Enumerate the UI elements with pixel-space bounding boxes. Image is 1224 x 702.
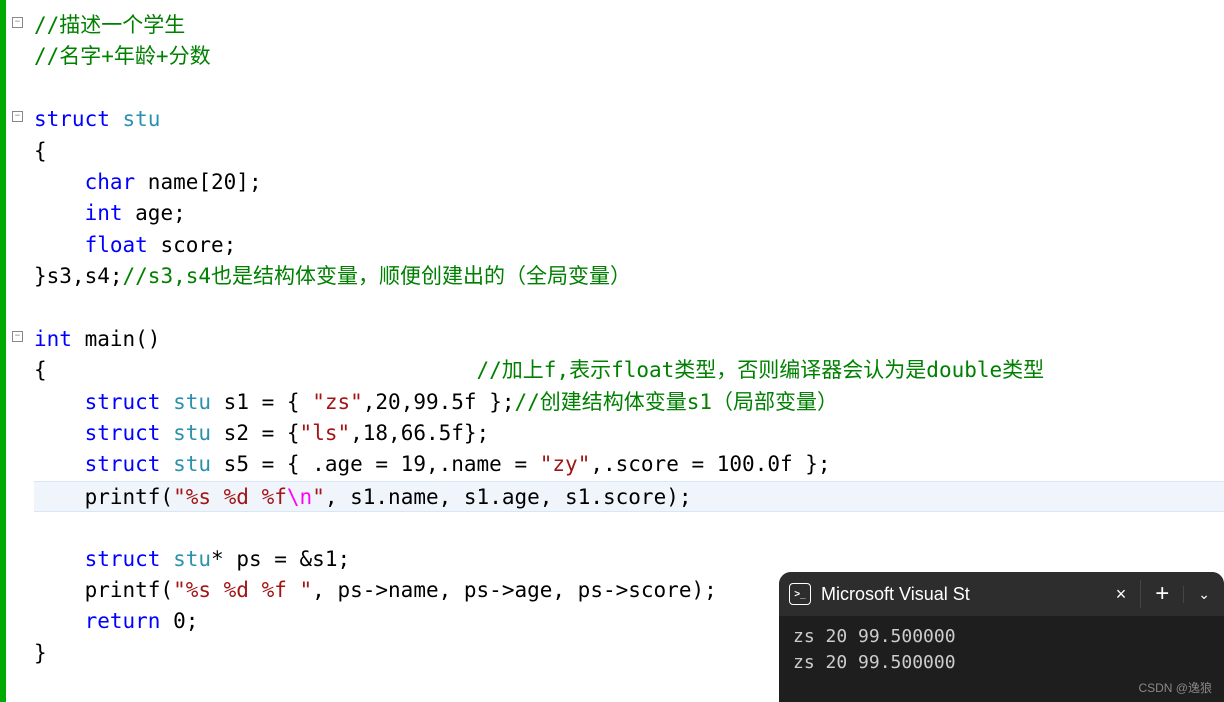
terminal-tab[interactable]: >_ Microsoft Visual St × + ⌄ [779, 572, 1224, 616]
string-literal: "ls" [300, 421, 351, 445]
code-text: * ps = &s1; [211, 547, 350, 571]
code-text: name[20]; [135, 170, 261, 194]
string-literal: "%s %d %f " [173, 578, 312, 602]
brace: } [34, 641, 47, 665]
keyword-float: float [85, 233, 148, 257]
code-text: main() [72, 327, 161, 351]
fold-gutter: − − − [0, 0, 34, 702]
output-line: zs 20 99.500000 [793, 650, 1210, 676]
code-text: s5 = { .age = 19,.name = [211, 452, 540, 476]
terminal-icon: >_ [789, 583, 811, 605]
type-name: stu [173, 452, 211, 476]
string-literal: "zy" [540, 452, 591, 476]
keyword-struct: struct [34, 107, 110, 131]
code-text: printf( [85, 485, 174, 509]
code-comment: //s3,s4也是结构体变量，顺便创建出的（全局变量） [123, 264, 632, 288]
code-comment: //名字+年龄+分数 [34, 44, 211, 68]
code-text: printf( [85, 578, 174, 602]
code-text: ,18,66.5f}; [350, 421, 489, 445]
code-comment: //加上f,表示float类型，否则编译器会认为是double类型 [477, 358, 1045, 382]
code-text: score; [148, 233, 237, 257]
add-tab-icon[interactable]: + [1140, 580, 1183, 608]
string-literal: " [312, 485, 325, 509]
terminal-output[interactable]: zs 20 99.500000 zs 20 99.500000 [779, 616, 1224, 684]
code-text: ,20,99.5f }; [363, 390, 515, 414]
current-line: printf("%s %d %f\n", s1.name, s1.age, s1… [34, 481, 1224, 512]
fold-toggle-icon[interactable]: − [12, 17, 23, 28]
code-comment: //描述一个学生 [34, 13, 185, 37]
brace: { [34, 139, 47, 163]
code-text: }s3,s4; [34, 264, 123, 288]
code-text: s1 = { [211, 390, 312, 414]
type-name: stu [173, 390, 211, 414]
tab-dropdown-icon[interactable]: ⌄ [1183, 586, 1224, 603]
keyword-struct: struct [85, 547, 161, 571]
close-icon[interactable]: × [1102, 584, 1141, 605]
output-line: zs 20 99.500000 [793, 624, 1210, 650]
type-name: stu [123, 107, 161, 131]
keyword-struct: struct [85, 452, 161, 476]
code-text: , ps->name, ps->age, ps->score); [312, 578, 717, 602]
code-text: age; [123, 201, 186, 225]
escape-sequence: \n [287, 485, 312, 509]
type-name: stu [173, 421, 211, 445]
code-text: 0; [160, 609, 198, 633]
brace: { [34, 358, 477, 382]
code-text: s2 = { [211, 421, 300, 445]
string-literal: "zs" [312, 390, 363, 414]
fold-toggle-icon[interactable]: − [12, 111, 23, 122]
code-comment: //创建结构体变量s1（局部变量） [514, 390, 838, 414]
fold-toggle-icon[interactable]: − [12, 331, 23, 342]
keyword-int: int [34, 327, 72, 351]
keyword-return: return [85, 609, 161, 633]
keyword-int: int [85, 201, 123, 225]
watermark: CSDN @逸狼 [1138, 679, 1212, 696]
code-text: , s1.name, s1.age, s1.score); [325, 485, 692, 509]
string-literal: "%s %d %f [173, 485, 287, 509]
keyword-char: char [85, 170, 136, 194]
type-name: stu [173, 547, 211, 571]
keyword-struct: struct [85, 390, 161, 414]
terminal-title: Microsoft Visual St [821, 584, 1102, 605]
keyword-struct: struct [85, 421, 161, 445]
code-text: ,.score = 100.0f }; [590, 452, 830, 476]
